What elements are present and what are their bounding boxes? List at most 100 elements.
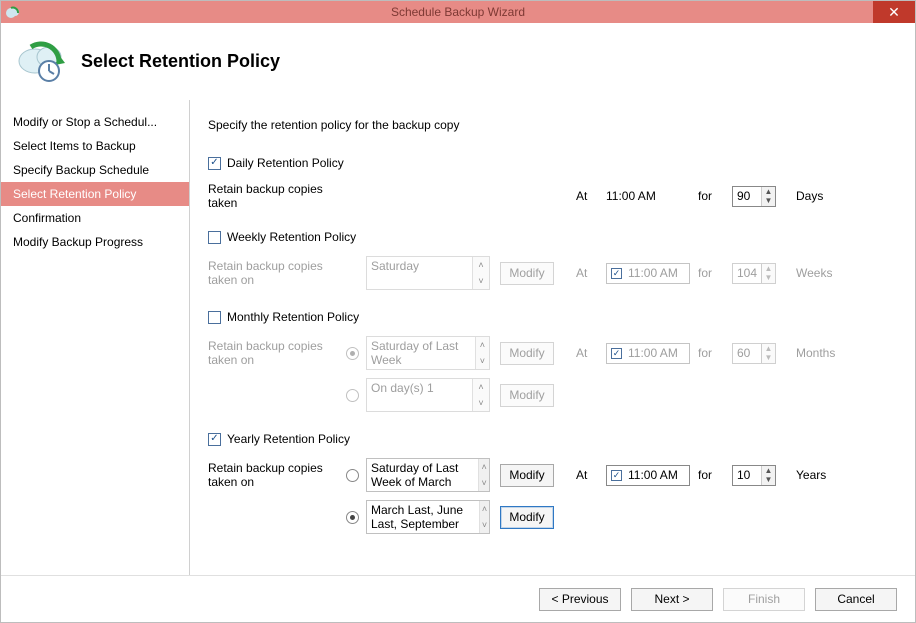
cancel-button[interactable]: Cancel [815, 588, 897, 611]
spin-down-icon[interactable]: ▼ [762, 475, 775, 485]
spin-up-icon: ▲ [762, 264, 775, 274]
yearly-modify-1-button[interactable]: Modify [500, 464, 554, 487]
daily-unit: Days [782, 189, 823, 203]
wizard-sidebar: Modify or Stop a Schedul... Select Items… [1, 100, 190, 575]
yearly-time-box[interactable]: 11:00 AM [606, 465, 690, 486]
chevron-up-icon: ˄ [473, 257, 489, 273]
wizard-header: Select Retention Policy [1, 23, 915, 100]
monthly-opt2-listbox: On day(s) 1 ˄˅ [366, 378, 490, 412]
yearly-unit: Years [782, 468, 826, 482]
close-button[interactable]: ✕ [873, 1, 915, 23]
weekly-retain-label: Retain backup copies taken on [208, 259, 338, 287]
yearly-header-row: Yearly Retention Policy [208, 426, 901, 452]
yearly-radio-2[interactable] [346, 511, 359, 524]
daily-duration-spinner[interactable]: 90 ▲▼ [732, 186, 776, 207]
daily-header-row: Daily Retention Policy [208, 150, 901, 176]
daily-for-label: for [692, 189, 732, 203]
monthly-row-1: Retain backup copies taken on Saturday o… [208, 336, 901, 370]
monthly-title: Monthly Retention Policy [227, 310, 359, 324]
spin-down-icon[interactable]: ▼ [762, 196, 775, 206]
yearly-for-label: for [692, 468, 732, 482]
daily-checkbox[interactable] [208, 157, 221, 170]
weekly-duration-value: 104 [733, 264, 761, 283]
previous-button[interactable]: < Previous [539, 588, 621, 611]
monthly-opt1-listbox: Saturday of Last Week ˄˅ [366, 336, 490, 370]
monthly-time-checkbox [611, 348, 622, 359]
monthly-opt1-value: Saturday of Last Week [367, 337, 475, 369]
finish-button: Finish [723, 588, 805, 611]
yearly-checkbox[interactable] [208, 433, 221, 446]
yearly-opt2-value: March Last, June Last, September [367, 501, 479, 533]
instruction-text: Specify the retention policy for the bac… [208, 118, 901, 132]
app-icon [5, 4, 21, 20]
yearly-time-value: 11:00 AM [628, 468, 678, 482]
yearly-at-label: At [566, 468, 606, 482]
wizard-window: Schedule Backup Wizard ✕ Select Retentio… [0, 0, 916, 623]
daily-title: Daily Retention Policy [227, 156, 344, 170]
yearly-radio-1[interactable] [346, 469, 359, 482]
chevron-down-icon: ˅ [473, 395, 489, 411]
yearly-title: Yearly Retention Policy [227, 432, 350, 446]
monthly-header-row: Monthly Retention Policy [208, 304, 901, 330]
weekly-checkbox[interactable] [208, 231, 221, 244]
monthly-checkbox[interactable] [208, 311, 221, 324]
spin-down-icon: ▼ [762, 353, 775, 363]
weekly-time-value: 11:00 AM [628, 266, 678, 280]
monthly-duration-value: 60 [733, 344, 761, 363]
spin-up-icon[interactable]: ▲ [762, 187, 775, 197]
sidebar-item-retention-policy[interactable]: Select Retention Policy [1, 182, 189, 206]
yearly-opt2-listbox[interactable]: March Last, June Last, September ˄˅ [366, 500, 490, 534]
yearly-time-checkbox[interactable] [611, 470, 622, 481]
chevron-up-icon: ˄ [473, 379, 489, 395]
sidebar-item-modify-schedule[interactable]: Modify or Stop a Schedul... [1, 110, 189, 134]
sidebar-item-select-items[interactable]: Select Items to Backup [1, 134, 189, 158]
chevron-down-icon: ˅ [473, 273, 489, 289]
yearly-opt1-listbox[interactable]: Saturday of Last Week of March ˄˅ [366, 458, 490, 492]
yearly-duration-value: 10 [733, 466, 761, 485]
weekly-time-checkbox [611, 268, 622, 279]
wizard-footer: < Previous Next > Finish Cancel [1, 575, 915, 622]
chevron-down-icon: ˅ [476, 353, 489, 369]
weekly-day-value: Saturday [367, 257, 472, 289]
next-button[interactable]: Next > [631, 588, 713, 611]
weekly-row: Retain backup copies taken on Saturday ˄… [208, 256, 901, 290]
weekly-at-label: At [566, 266, 606, 280]
monthly-opt2-value: On day(s) 1 [367, 379, 472, 411]
weekly-time-box: 11:00 AM [606, 263, 690, 284]
weekly-unit: Weeks [782, 266, 832, 280]
chevron-down-icon[interactable]: ˅ [480, 517, 489, 533]
monthly-row-2: On day(s) 1 ˄˅ Modify [208, 378, 901, 412]
yearly-retain-label: Retain backup copies taken on [208, 461, 338, 489]
chevron-down-icon[interactable]: ˅ [479, 475, 489, 491]
yearly-duration-spinner[interactable]: 10 ▲▼ [732, 465, 776, 486]
wizard-main: Specify the retention policy for the bac… [190, 100, 915, 575]
monthly-for-label: for [692, 346, 732, 360]
yearly-modify-2-button[interactable]: Modify [500, 506, 554, 529]
monthly-duration-spinner: 60 ▲▼ [732, 343, 776, 364]
daily-retain-label: Retain backup copies taken [208, 182, 338, 210]
sidebar-item-backup-schedule[interactable]: Specify Backup Schedule [1, 158, 189, 182]
weekly-header-row: Weekly Retention Policy [208, 224, 901, 250]
monthly-time-value: 11:00 AM [628, 346, 678, 360]
wizard-body: Modify or Stop a Schedul... Select Items… [1, 100, 915, 575]
weekly-for-label: for [692, 266, 732, 280]
yearly-row-2: March Last, June Last, September ˄˅ Modi… [208, 500, 901, 534]
window-controls: ✕ [873, 1, 915, 23]
chevron-up-icon[interactable]: ˄ [480, 501, 489, 517]
weekly-modify-button: Modify [500, 262, 554, 285]
weekly-title: Weekly Retention Policy [227, 230, 356, 244]
weekly-duration-spinner: 104 ▲▼ [732, 263, 776, 284]
sidebar-item-confirmation[interactable]: Confirmation [1, 206, 189, 230]
monthly-radio-1 [346, 347, 359, 360]
sidebar-item-backup-progress[interactable]: Modify Backup Progress [1, 230, 189, 254]
monthly-radio-2 [346, 389, 359, 402]
chevron-up-icon: ˄ [476, 337, 489, 353]
spin-up-icon[interactable]: ▲ [762, 466, 775, 476]
monthly-time-box: 11:00 AM [606, 343, 690, 364]
monthly-modify-1-button: Modify [500, 342, 554, 365]
weekly-day-listbox: Saturday ˄˅ [366, 256, 490, 290]
chevron-up-icon[interactable]: ˄ [479, 459, 489, 475]
spin-down-icon: ▼ [762, 273, 775, 283]
monthly-unit: Months [782, 346, 835, 360]
daily-at-label: At [566, 189, 606, 203]
